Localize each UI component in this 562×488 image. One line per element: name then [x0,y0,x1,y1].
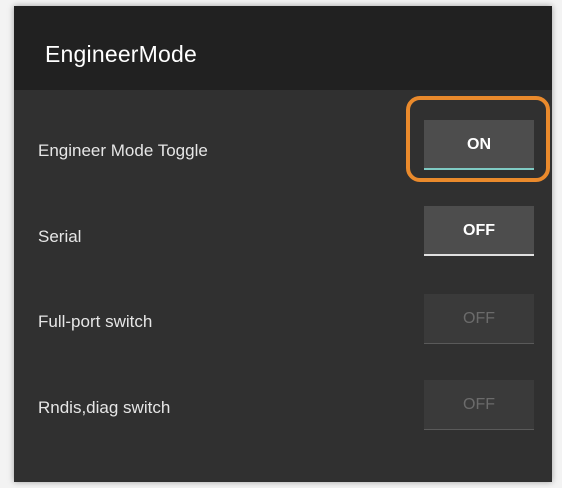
full-port-toggle-button: OFF [424,294,534,344]
toggle-text: OFF [463,310,495,327]
setting-label-full-port: Full-port switch [38,312,153,331]
setting-row-engineer-mode: Engineer Mode Toggle ON [14,108,552,188]
app-bar: EngineerMode [14,6,552,90]
rndis-diag-toggle-button: OFF [424,380,534,430]
setting-row-serial: Serial OFF [14,198,552,278]
toggle-text: ON [467,136,491,153]
app-title: EngineerMode [45,41,198,67]
toggle-indicator [424,168,534,170]
toggle-text: OFF [463,396,495,413]
setting-row-rndis-diag: Rndis,diag switch OFF [14,373,552,453]
toggle-indicator [424,343,534,344]
toggle-indicator [424,429,534,430]
toggle-text: OFF [463,222,495,239]
setting-row-full-port: Full-port switch OFF [14,286,552,366]
setting-label-engineer-mode: Engineer Mode Toggle [38,141,208,160]
setting-label-serial: Serial [38,227,82,246]
toggle-indicator [424,254,534,256]
setting-label-rndis-diag: Rndis,diag switch [38,398,171,417]
app-window: EngineerMode Engineer Mode Toggle ON Ser… [14,6,552,482]
engineer-mode-toggle-button[interactable]: ON [424,120,534,170]
serial-toggle-button[interactable]: OFF [424,206,534,256]
